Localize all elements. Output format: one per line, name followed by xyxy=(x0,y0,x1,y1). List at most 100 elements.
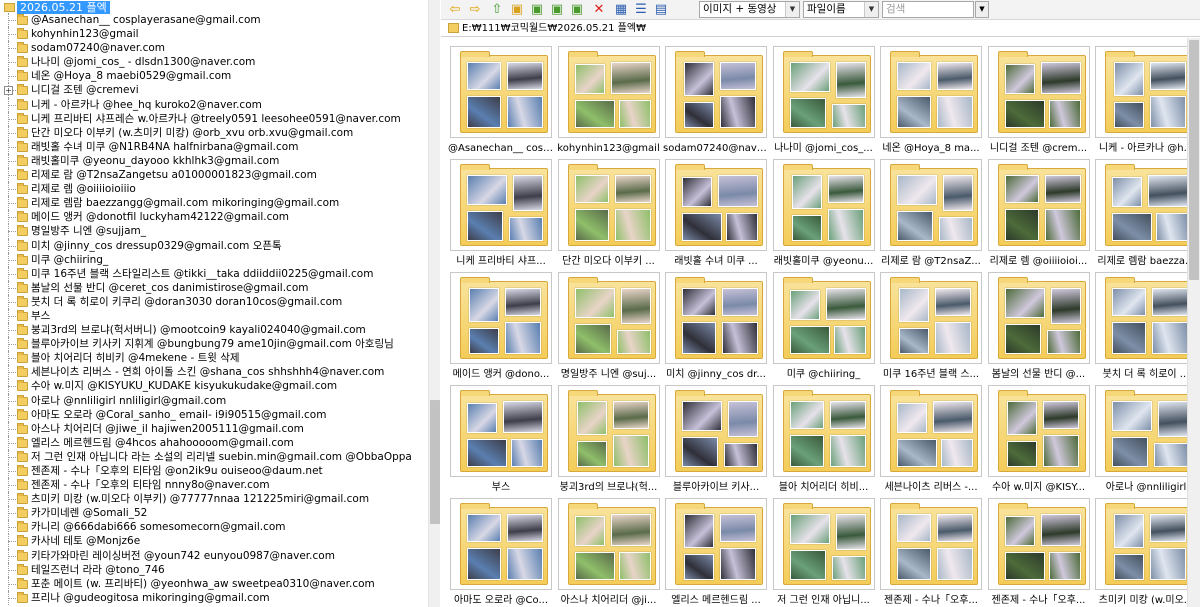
folder-thumbnail[interactable]: 래빗홀미쿠 @yeonu... xyxy=(771,157,877,273)
tree-item[interactable]: 리제로 렘 @oiiiioioiiio xyxy=(0,182,428,197)
tree-item[interactable]: 네온 @Hoya_8 maebi0529@gmail.com xyxy=(0,69,428,84)
folder-thumbnail[interactable]: 미치 @jinny_cos dr... xyxy=(663,270,769,386)
tree-item[interactable]: + 니디걸 조텐 @cremevi xyxy=(0,83,428,98)
tree-item[interactable]: 래빗홀 수녀 미쿠 @N1RB4NA halfnirbana@gmail.com xyxy=(0,139,428,154)
copy-folder-icon[interactable]: ▣ xyxy=(529,2,545,18)
delete-icon[interactable]: ✕ xyxy=(591,2,607,18)
tree-item[interactable]: 니케 - 아르카나 @hee_hq kuroko2@naver.com xyxy=(0,97,428,112)
tree-item[interactable]: 포춘 메이트 (w. 프리바티) @yeonhwa_aw sweetpea031… xyxy=(0,576,428,591)
tree-item[interactable]: 카가미네렌 @Somali_52 xyxy=(0,506,428,521)
folder-thumbnail[interactable]: 리제로 렘 @oiiiioioi... xyxy=(986,157,1092,273)
folder-thumbnail[interactable]: kohynhin123@gmail xyxy=(556,44,662,160)
move-folder-icon[interactable]: ▣ xyxy=(549,2,565,18)
folder-thumbnail[interactable]: 리제로 렘람 baezza... xyxy=(1093,157,1187,273)
folder-thumbnail[interactable]: 메이드 앵커 @dono... xyxy=(448,270,554,386)
tree-item[interactable]: 미쿠 @chiiring_ xyxy=(0,252,428,267)
tree-item[interactable]: 아마도 오로라 @Coral_sanho_ email- i9i90515@gm… xyxy=(0,407,428,422)
tree-scrollbar[interactable] xyxy=(428,0,440,607)
tree-item[interactable]: 봄날의 선물 반디 @ceret_cos danimistirose@gmail… xyxy=(0,280,428,295)
tree-item[interactable]: 키타가와마린 레이싱버전 @youn742 eunyou0987@naver.c… xyxy=(0,548,428,563)
tree-item[interactable]: 아스나 치어리더 @jiwe_il hajiwen2005111@gmail.c… xyxy=(0,421,428,436)
tree-item[interactable]: 카니리 @666dabi666 somesomecorn@gmail.com xyxy=(0,520,428,535)
forward-arrow-icon[interactable]: ⇨ xyxy=(467,2,483,18)
tree-item[interactable]: 나나미 @jomi_cos_ - dlsdn1300@naver.com xyxy=(0,55,428,70)
current-path[interactable]: E:₩111₩코믹월드₩2026.05.21 플엑₩ xyxy=(462,20,646,37)
tree-item[interactable]: 니케 프리바티 샤프레슨 w.아르카나 @treely0591 leesohee… xyxy=(0,111,428,126)
tree-item[interactable]: 젠존제 - 수나「오후의 티타임 nnny8o@naver.com xyxy=(0,478,428,493)
tree-scrollbar-thumb[interactable] xyxy=(430,400,440,524)
tree-item[interactable]: 붕괴3rd의 브로냐(헉서버니) @mootcoin9 kayali024040… xyxy=(0,323,428,338)
tree-item[interactable]: 리제로 렘람 baezzangg@gmail.com mikoringing@g… xyxy=(0,196,428,211)
tree-item[interactable]: 테일즈런너 라라 @tono_746 xyxy=(0,562,428,577)
view-list-icon[interactable]: ▤ xyxy=(653,2,669,18)
tree-item[interactable]: 리제로 람 @T2nsaZangetsu a01000001823@gmail.… xyxy=(0,168,428,183)
tree-item[interactable]: 수아 w.미지 @KISYUKU_KUDAKE kisyukukudake@gm… xyxy=(0,379,428,394)
tree-item[interactable]: 세븐나이츠 리버스 - 연희 아이돌 스킨 @shana_cos shhshhh… xyxy=(0,365,428,380)
folder-thumbnail[interactable]: 세븐나이츠 리버스 -... xyxy=(878,383,984,499)
search-dropdown-button[interactable]: ▼ xyxy=(975,1,989,18)
folder-thumbnail[interactable]: 니케 프리바티 샤프... xyxy=(448,157,554,273)
folder-thumbnail[interactable]: 저 그런 인재 아닙니... xyxy=(771,496,877,607)
view-filter-select[interactable]: 이미지 + 동영상 ▼ xyxy=(699,1,800,18)
tree-item[interactable]: 붓치 더 록 히로이 키쿠리 @doran3030 doran10cos@gma… xyxy=(0,294,428,309)
folder-thumbnail[interactable]: 나나미 @jomi_cos_... xyxy=(771,44,877,160)
tree-item[interactable]: 엘리스 메르헨드림 @4hcos ahahooooom@gmail.com xyxy=(0,435,428,450)
tree-item[interactable]: 명일방주 니엔 @sujjam_ xyxy=(0,224,428,239)
view-details-icon[interactable]: ☰ xyxy=(633,2,649,18)
tree-root-item[interactable]: 2026.05.21 플엑 xyxy=(4,0,110,14)
view-thumbnails-icon[interactable]: ▦ xyxy=(613,2,629,18)
folder-thumbnail[interactable]: 리제로 람 @T2nsaZ... xyxy=(878,157,984,273)
tree-item[interactable]: 프리나 @gudeogitosa mikoringing@gmail.com xyxy=(0,590,428,605)
folder-thumbnail[interactable]: 봄날의 선물 반디 @... xyxy=(986,270,1092,386)
folder-thumbnail[interactable]: 명일방주 니엔 @suj... xyxy=(556,270,662,386)
folder-thumbnail[interactable]: 츠미키 미캉 (w.미오... xyxy=(1093,496,1187,607)
folder-thumbnail[interactable]: 엘리스 메르헨드림 ... xyxy=(663,496,769,607)
folder-thumbnail[interactable]: 아마도 오로라 @Co... xyxy=(448,496,554,607)
thumbnail-scrollbar-thumb[interactable] xyxy=(1189,40,1199,280)
paste-folder-icon[interactable]: ▣ xyxy=(569,2,585,18)
tree-item[interactable]: @Asanechan__ cosplayerasane@gmail.com xyxy=(0,13,428,28)
folder-thumbnail[interactable]: @Asanechan__ cosp... xyxy=(448,44,554,160)
new-folder-icon[interactable]: ▣ xyxy=(509,2,525,18)
folder-thumbnail[interactable]: 젠존제 - 수나「오후... xyxy=(878,496,984,607)
folder-thumbnail[interactable]: 붕괴3rd의 브로냐(헉... xyxy=(556,383,662,499)
tree-item[interactable]: 블아 치어리더 히비키 @4mekene - 트윗 삭제 xyxy=(0,351,428,366)
tree-item[interactable]: 단간 미오다 이부키 (w.츠미키 미캉) @orb_xvu orb.xvu@g… xyxy=(0,125,428,140)
tree-item[interactable]: 저 그런 인재 아닙니다 라는 소설의 리리넬 suebin.min@gmail… xyxy=(0,449,428,464)
folder-thumbnail[interactable]: 단간 미오다 이부키 ... xyxy=(556,157,662,273)
tree-item[interactable]: 아로나 @nnliligirl nnliligirl@gmail.com xyxy=(0,393,428,408)
back-arrow-icon[interactable]: ⇦ xyxy=(447,2,463,18)
expand-icon[interactable]: + xyxy=(4,86,13,96)
up-folder-icon[interactable]: ⇧ xyxy=(489,2,505,18)
folder-preview-icon xyxy=(675,51,763,133)
folder-thumbnail[interactable]: 블아 치어리더 히비... xyxy=(771,383,877,499)
folder-thumbnail[interactable]: 수아 w.미지 @KISY... xyxy=(986,383,1092,499)
folder-thumbnail[interactable]: sodam07240@nave... xyxy=(663,44,769,160)
tree-item[interactable]: 츠미키 미캉 (w.미오다 이부키) @77777nnaa 121225miri… xyxy=(0,492,428,507)
tree-item[interactable]: 젠존제 - 수나「오후의 티타임 @on2ik9u ouiseoo@daum.n… xyxy=(0,464,428,479)
tree-item[interactable]: 래빗홀미쿠 @yeonu_dayooo kkhlhk3@gmail.com xyxy=(0,153,428,169)
tree-item[interactable]: 블루아카이브 키사키 지휘계 @bungbung79 ame10jin@gmai… xyxy=(0,337,428,352)
folder-thumbnail[interactable]: 아로나 @nnliligirl xyxy=(1093,383,1187,499)
folder-thumbnail[interactable]: 부스 xyxy=(448,383,554,499)
search-input[interactable]: 검색 xyxy=(882,1,974,18)
sort-select[interactable]: 파일이름 ▼ xyxy=(803,1,879,18)
folder-thumbnail[interactable]: 미쿠 @chiiring_ xyxy=(771,270,877,386)
tree-item[interactable]: 메이드 앵커 @donotfil luckyham42122@gmail.com xyxy=(0,210,428,225)
folder-thumbnail[interactable]: 니케 - 아르카나 @h... xyxy=(1093,44,1187,160)
folder-thumbnail[interactable]: 래빗홀 수녀 미쿠 ... xyxy=(663,157,769,273)
folder-thumbnail[interactable]: 젠존제 - 수나「오후... xyxy=(986,496,1092,607)
tree-item[interactable]: 카사네 테토 @Monjz6e xyxy=(0,534,428,549)
thumbnail-scrollbar[interactable] xyxy=(1187,38,1200,607)
folder-thumbnail[interactable]: 미쿠 16주년 블랙 스... xyxy=(878,270,984,386)
folder-thumbnail[interactable]: 니디걸 조텐 @crem... xyxy=(986,44,1092,160)
tree-item[interactable]: sodam07240@naver.com xyxy=(0,41,428,56)
folder-thumbnail[interactable]: 블루아카이브 키사... xyxy=(663,383,769,499)
folder-thumbnail[interactable]: 네온 @Hoya_8 ma... xyxy=(878,44,984,160)
folder-thumbnail[interactable]: 아스나 치어리더 @ji... xyxy=(556,496,662,607)
folder-thumbnail[interactable]: 붓치 더 록 히로이 ... xyxy=(1093,270,1187,386)
tree-item[interactable]: 미쿠 16주년 블랙 스타일리스트 @tikki__taka ddiiddii0… xyxy=(0,266,428,281)
tree-item[interactable]: 미치 @jinny_cos dressup0329@gmail.com 오픈톡 xyxy=(0,238,428,253)
tree-item[interactable]: 부스 xyxy=(0,308,428,324)
tree-item[interactable]: kohynhin123@gmail xyxy=(0,27,428,42)
